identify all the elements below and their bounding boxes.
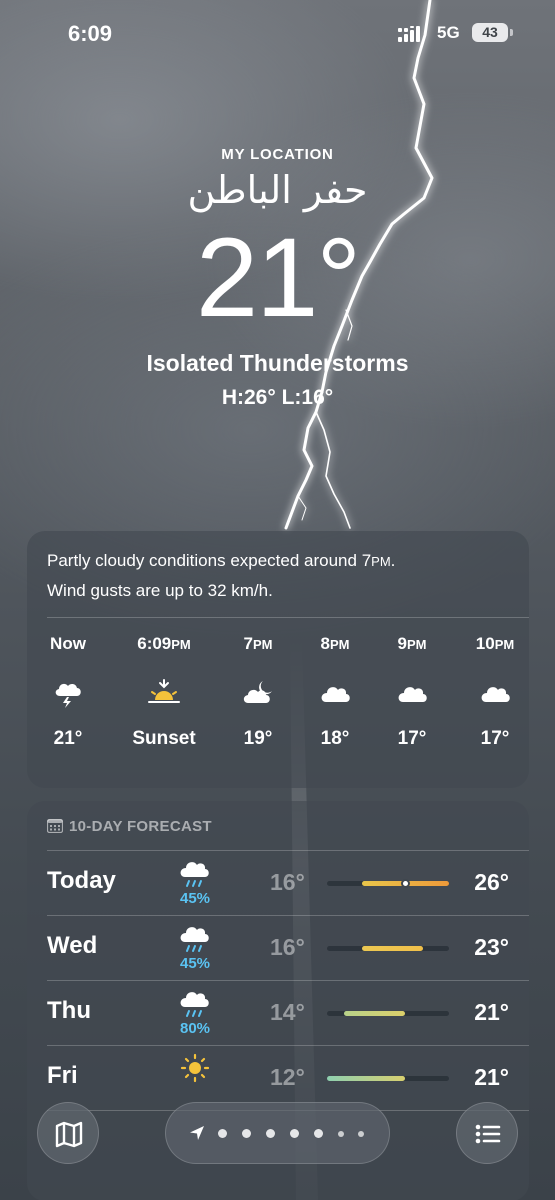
hour-temp: Sunset bbox=[132, 728, 196, 749]
signal-icon bbox=[398, 26, 420, 42]
hourly-forecast-card[interactable]: Partly cloudy conditions expected around… bbox=[27, 531, 529, 788]
battery-cap bbox=[510, 29, 513, 36]
weather-summary: Partly cloudy conditions expected around… bbox=[47, 546, 517, 605]
hour-temp: 17° bbox=[397, 728, 427, 749]
cloud-icon bbox=[398, 687, 427, 702]
forecast-header: 10-DAY FORECAST bbox=[47, 818, 212, 835]
hour-sunset[interactable]: 6:09PM Sunset bbox=[124, 634, 204, 750]
forecast-row-today[interactable]: Today 45% 16° 26° bbox=[27, 851, 529, 916]
city-name: حفر الباطن bbox=[187, 168, 368, 212]
cloud-icon bbox=[481, 687, 510, 702]
summary-ampm: PM bbox=[371, 554, 391, 569]
temp-range-bar bbox=[327, 1076, 449, 1081]
precip-chance: 45% bbox=[179, 890, 211, 907]
page-dot[interactable] bbox=[338, 1131, 344, 1137]
hour-10pm[interactable]: 10PM 17° bbox=[455, 634, 535, 750]
current-temp-dot bbox=[400, 879, 410, 888]
forecast-day: Fri bbox=[47, 1062, 78, 1089]
status-bar: 6:09 5G 43 bbox=[0, 0, 555, 66]
sunset-icon bbox=[148, 679, 180, 703]
thunderstorm-icon bbox=[55, 683, 81, 708]
page-dot[interactable] bbox=[242, 1129, 251, 1138]
low-temp: 12° bbox=[270, 1064, 305, 1090]
hour-7pm[interactable]: 7PM 19° bbox=[218, 634, 298, 750]
page-dot[interactable] bbox=[314, 1129, 323, 1138]
summary-period: . bbox=[390, 551, 396, 570]
low-temp: 16° bbox=[270, 869, 305, 895]
network-type: 5G bbox=[437, 23, 460, 42]
forecast-day: Wed bbox=[47, 932, 98, 959]
current-temperature: 21° bbox=[195, 215, 361, 340]
list-icon bbox=[475, 1124, 501, 1144]
temp-range-fill bbox=[344, 1011, 406, 1016]
forecast-row-thu[interactable]: Thu 80% 14° 21° bbox=[27, 981, 529, 1046]
hour-temp: 18° bbox=[320, 728, 350, 749]
divider bbox=[47, 617, 529, 618]
summary-wind: Wind gusts are up to 32 km/h. bbox=[47, 581, 273, 600]
rain-cloud-icon bbox=[180, 927, 209, 952]
sun-icon bbox=[180, 1053, 210, 1083]
precip-chance: 80% bbox=[179, 1020, 211, 1037]
status-time: 6:09 bbox=[68, 21, 113, 46]
hour-9pm[interactable]: 9PM 17° bbox=[372, 634, 452, 750]
high-low-temps: H:26° L:16° bbox=[221, 386, 334, 409]
forecast-day: Thu bbox=[47, 997, 91, 1024]
page-indicator[interactable] bbox=[165, 1102, 390, 1164]
temp-range-fill bbox=[361, 946, 423, 951]
hour-label: Now bbox=[50, 634, 86, 653]
location-label: MY LOCATION bbox=[221, 146, 334, 163]
hour-now[interactable]: Now 21° bbox=[28, 634, 108, 750]
hour-label: 7PM bbox=[243, 634, 273, 653]
hour-label: 8PM bbox=[320, 634, 350, 653]
page-dot[interactable] bbox=[266, 1129, 275, 1138]
temp-range-bar bbox=[327, 879, 449, 888]
hour-label: 6:09PM bbox=[137, 634, 191, 653]
hour-label: 10PM bbox=[475, 634, 515, 653]
precip-chance: 45% bbox=[179, 955, 211, 972]
location-arrow-icon bbox=[190, 1126, 204, 1140]
hour-temp: 19° bbox=[243, 728, 273, 749]
calendar-icon bbox=[47, 819, 63, 833]
map-icon bbox=[55, 1121, 83, 1148]
temp-range-bar bbox=[327, 946, 449, 951]
low-temp: 16° bbox=[270, 934, 305, 960]
hour-8pm[interactable]: 8PM 18° bbox=[295, 634, 375, 750]
low-temp: 14° bbox=[270, 999, 305, 1025]
rain-cloud-icon bbox=[180, 992, 209, 1017]
high-temp: 23° bbox=[474, 934, 509, 960]
page-dot[interactable] bbox=[358, 1131, 364, 1137]
forecast-title: 10-DAY FORECAST bbox=[69, 818, 212, 835]
cloud-icon bbox=[321, 687, 350, 702]
temp-range-bar bbox=[327, 1011, 449, 1016]
hour-label: 9PM bbox=[397, 634, 427, 653]
weather-condition: Isolated Thunderstorms bbox=[146, 350, 409, 376]
forecast-day: Today bbox=[47, 867, 116, 894]
location-list-button[interactable] bbox=[456, 1102, 518, 1164]
battery-indicator: 43 bbox=[472, 23, 508, 42]
map-button[interactable] bbox=[37, 1102, 99, 1164]
high-temp: 26° bbox=[474, 869, 509, 895]
high-temp: 21° bbox=[474, 1064, 509, 1090]
hour-temp: 21° bbox=[53, 728, 83, 749]
summary-text: Partly cloudy conditions expected around… bbox=[47, 551, 372, 570]
page-dot[interactable] bbox=[290, 1129, 299, 1138]
partly-cloudy-night-icon bbox=[243, 681, 272, 703]
high-temp: 21° bbox=[474, 999, 509, 1025]
hour-temp: 17° bbox=[480, 728, 510, 749]
temp-range-fill bbox=[327, 1076, 406, 1081]
page-dot[interactable] bbox=[218, 1129, 227, 1138]
forecast-row-wed[interactable]: Wed 45% 16° 23° bbox=[27, 916, 529, 981]
rain-cloud-icon bbox=[180, 862, 209, 887]
